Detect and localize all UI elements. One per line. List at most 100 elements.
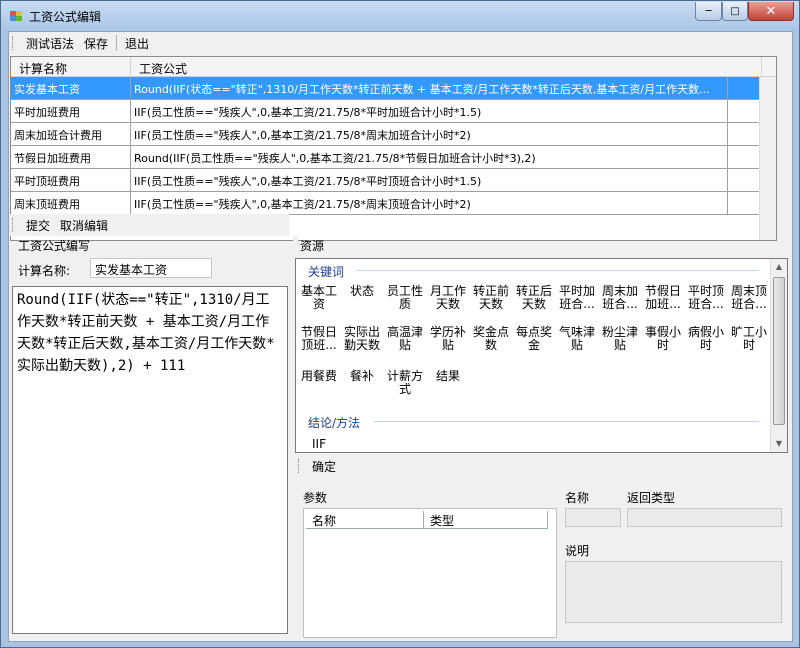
maximize-icon: □: [730, 5, 740, 17]
cell-formula[interactable]: IIF(员工性质=="残疾人",0,基本工资/21.75/8*周末顶班合计小时*…: [131, 192, 728, 214]
description-label: 说明: [565, 544, 590, 558]
table-row[interactable]: 周末顶班费用 IIF(员工性质=="残疾人",0,基本工资/21.75/8*周末顶…: [11, 192, 776, 215]
toolbar-grip[interactable]: [298, 459, 301, 473]
toolbar-grip[interactable]: [12, 36, 15, 50]
cell-calc-name[interactable]: 实发基本工资: [11, 77, 131, 99]
formula-editor-panel: 工资公式编写 计算名称: 实发基本工资 Round(IIF(状态=="转正",1…: [10, 236, 293, 641]
column-header-name[interactable]: 计算名称: [11, 57, 131, 76]
keyword-item[interactable]: 结果: [427, 370, 469, 383]
app-icon: [10, 11, 22, 21]
cell-calc-name[interactable]: 平时顶班费用: [11, 169, 131, 191]
scroll-up-icon[interactable]: ▲: [771, 259, 787, 275]
title-bar[interactable]: 工资公式编辑 ─ □ ✕: [1, 1, 799, 31]
table-row[interactable]: 节假日加班费用 Round(IIF(员工性质=="残疾人",0,基本工资/21.7…: [11, 146, 776, 169]
keyword-item[interactable]: 员工性质: [384, 285, 426, 311]
keyword-item[interactable]: 学历补贴: [427, 326, 469, 352]
cell-formula[interactable]: IIF(员工性质=="残疾人",0,基本工资/21.75/8*平时顶班合计小时*…: [131, 169, 728, 191]
column-header-formula[interactable]: 工资公式: [131, 57, 762, 76]
minimize-icon: ─: [705, 5, 712, 17]
calc-name-field[interactable]: 实发基本工资: [90, 258, 212, 278]
cell-formula[interactable]: IIF(员工性质=="残疾人",0,基本工资/21.75/8*平时加班合计小时*…: [131, 100, 728, 122]
keyword-item[interactable]: 计薪方式: [384, 370, 426, 396]
keyword-item[interactable]: 转正后天数: [513, 285, 555, 311]
keyword-item[interactable]: 用餐费: [298, 370, 340, 383]
close-button[interactable]: ✕: [748, 2, 794, 21]
keyword-item[interactable]: 餐补: [341, 370, 383, 383]
main-toolbar: 测试语法 保存 退出: [9, 32, 792, 54]
return-type-field[interactable]: [627, 508, 782, 527]
table-row[interactable]: 实发基本工资 Round(IIF(状态=="转正",1310/月工作天数*转正前天…: [11, 77, 776, 100]
cancel-edit-button[interactable]: 取消编辑: [55, 215, 113, 236]
keyword-item[interactable]: 病假小时: [685, 326, 727, 352]
cell-calc-name[interactable]: 周末加班合计费用: [11, 123, 131, 145]
resources-title: 资源: [300, 239, 325, 253]
keyword-item[interactable]: 周末加班合...: [599, 285, 641, 311]
params-column-type[interactable]: 类型: [424, 511, 548, 528]
grid-body: 实发基本工资 Round(IIF(状态=="转正",1310/月工作天数*转正前天…: [11, 77, 776, 215]
keywords-section-title: 关键词: [308, 265, 345, 279]
exit-button[interactable]: 退出: [120, 33, 154, 54]
calc-name-label: 计算名称:: [18, 264, 71, 278]
keyword-item[interactable]: 事假小时: [642, 326, 684, 352]
keyword-item[interactable]: 周末顶班合...: [728, 285, 770, 311]
keyword-item[interactable]: 实际出勤天数: [341, 326, 383, 352]
table-row[interactable]: 周末加班合计费用 IIF(员工性质=="残疾人",0,基本工资/21.75/8*周…: [11, 123, 776, 146]
toolbar-separator: [116, 35, 118, 51]
keyword-item[interactable]: 节假日加班...: [642, 285, 684, 311]
params-title: 参数: [303, 491, 328, 505]
conclusion-divider: [374, 421, 759, 422]
function-item-iif[interactable]: IIF: [312, 437, 326, 451]
resources-panel[interactable]: 关键词 基本工资 状态 员工性质 月工作天数 转正前天数 转正后天数 平时加班合... 周末加…: [295, 258, 788, 453]
keyword-item[interactable]: 平时顶班合...: [685, 285, 727, 311]
param-name-field[interactable]: [565, 508, 621, 527]
params-column-name[interactable]: 名称: [306, 511, 424, 528]
keyword-item[interactable]: 转正前天数: [470, 285, 512, 311]
keyword-item[interactable]: 高温津贴: [384, 326, 426, 352]
cell-formula[interactable]: Round(IIF(员工性质=="残疾人",0,基本工资/21.75/8*节假日…: [131, 146, 728, 168]
cell-calc-name[interactable]: 节假日加班费用: [11, 146, 131, 168]
formula-text-editor[interactable]: Round(IIF(状态=="转正",1310/月工作天数*转正前天数 + 基本…: [12, 286, 288, 634]
test-syntax-button[interactable]: 测试语法: [21, 33, 79, 54]
cell-calc-name[interactable]: 平时加班费用: [11, 100, 131, 122]
edit-toolbar: 提交 取消编辑: [9, 214, 289, 236]
scroll-down-icon[interactable]: ▼: [771, 436, 787, 452]
grid-header: 计算名称 工资公式: [11, 57, 776, 77]
keyword-item[interactable]: 每点奖金: [513, 326, 555, 352]
description-field[interactable]: [565, 561, 782, 623]
keyword-item[interactable]: 旷工小时: [728, 326, 770, 352]
keyword-item[interactable]: 平时加班合...: [556, 285, 598, 311]
save-button[interactable]: 保存: [79, 33, 113, 54]
resources-scrollbar[interactable]: ▲ ▼: [770, 259, 787, 452]
toolbar-grip[interactable]: [12, 218, 15, 232]
params-panel: 参数 名称 类型 名称 返回类型 说明: [295, 482, 790, 642]
confirm-button[interactable]: 确定: [307, 456, 341, 477]
maximize-button[interactable]: □: [722, 2, 748, 21]
params-table[interactable]: 名称 类型: [303, 508, 557, 638]
param-name-label: 名称: [565, 491, 590, 505]
table-row[interactable]: 平时加班费用 IIF(员工性质=="残疾人",0,基本工资/21.75/8*平时加…: [11, 100, 776, 123]
keyword-item[interactable]: 基本工资: [298, 285, 340, 311]
grid-scrollbar[interactable]: [759, 77, 776, 240]
keyword-item[interactable]: 月工作天数: [427, 285, 469, 311]
window-title: 工资公式编辑: [29, 10, 102, 24]
keyword-item[interactable]: 节假日顶班...: [298, 326, 340, 352]
confirm-toolbar: 确定: [295, 455, 495, 477]
minimize-button[interactable]: ─: [695, 2, 722, 21]
cell-calc-name[interactable]: 周末顶班费用: [11, 192, 131, 214]
keyword-item[interactable]: 奖金点数: [470, 326, 512, 352]
table-row[interactable]: 平时顶班费用 IIF(员工性质=="残疾人",0,基本工资/21.75/8*平时顶…: [11, 169, 776, 192]
conclusion-section-title: 结论/方法: [308, 416, 361, 430]
formula-group-title: 工资公式编写: [18, 239, 91, 253]
keyword-item[interactable]: 状态: [341, 285, 383, 298]
keyword-item[interactable]: 气味津贴: [556, 326, 598, 352]
client-area: 测试语法 保存 退出 计算名称 工资公式 实发基本工资 Round(IIF(状态=…: [8, 31, 793, 642]
close-icon: ✕: [765, 3, 777, 19]
cell-formula[interactable]: IIF(员工性质=="残疾人",0,基本工资/21.75/8*周末加班合计小时*…: [131, 123, 728, 145]
submit-button[interactable]: 提交: [21, 215, 55, 236]
cell-formula[interactable]: Round(IIF(状态=="转正",1310/月工作天数*转正前天数 + 基本…: [131, 77, 728, 99]
scroll-thumb[interactable]: [773, 277, 785, 425]
keyword-item[interactable]: 粉尘津贴: [599, 326, 641, 352]
return-type-label: 返回类型: [627, 491, 676, 505]
params-table-header: 名称 类型: [306, 511, 548, 529]
app-window: 工资公式编辑 ─ □ ✕ 测试语法 保存 退出 计算名称 工资公式 实发基本工资…: [0, 0, 800, 648]
